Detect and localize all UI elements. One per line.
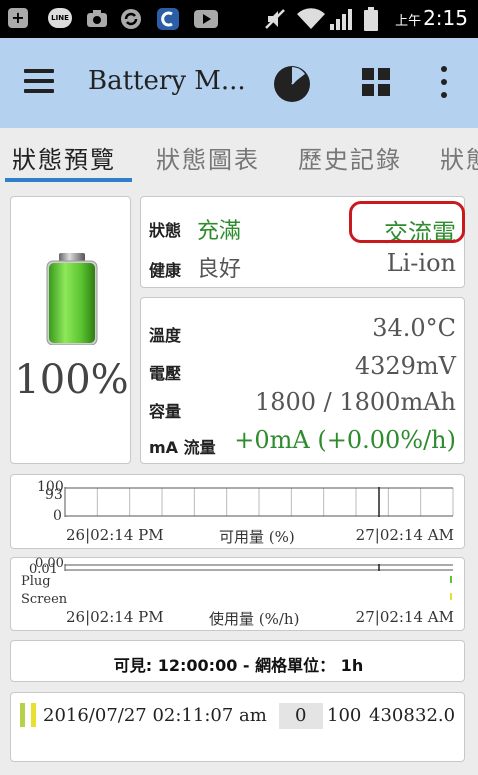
tab-indicator (5, 178, 132, 182)
usage-chart-start-label: 26|02:14 PM (66, 608, 164, 626)
app-bar: Battery M... (0, 38, 478, 128)
tab-status-more[interactable]: 狀態 (440, 140, 478, 175)
plug-indicator-bar (20, 703, 25, 727)
tab-status-overview[interactable]: 狀態預覽 (12, 140, 116, 175)
battery-percent: 100% (14, 357, 129, 403)
battery-card: 100% (10, 196, 131, 464)
status-clock: 上午 2:15 (395, 6, 468, 30)
voltage-value: 4329mV (354, 352, 456, 380)
youtube-icon (194, 8, 218, 30)
battery-status-icon (364, 7, 378, 31)
chart-scale-card[interactable]: 可見: 12:00:00 - 網格單位： 1h (10, 640, 465, 682)
battery-level-icon (46, 253, 98, 345)
state-label: 狀態 (149, 221, 182, 240)
capacity-label: 容量 (149, 402, 182, 421)
log-current: 0 (295, 705, 307, 726)
sync-icon (120, 8, 142, 30)
tab-status-chart[interactable]: 狀態圖表 (156, 140, 260, 175)
level-chart-tick-0: 0 (53, 508, 62, 524)
usage-chart-end-label: 27|02:14 AM (355, 608, 454, 626)
highlight-ring (349, 201, 465, 243)
status-card: 狀態 充滿 交流電 健康 良好 Li-ion (140, 196, 465, 288)
clock-ampm: 上午 (395, 14, 422, 29)
readings-card: 溫度 34.0°C 電壓 4329mV 容量 1800 / 1800mAh mA… (140, 297, 465, 464)
health-value: 良好 (197, 257, 242, 282)
clock-time: 2:15 (423, 6, 468, 30)
tab-history[interactable]: 歷史記錄 (298, 140, 402, 175)
tab-bar: 狀態預覽 狀態圖表 歷史記錄 狀態 (0, 128, 478, 184)
level-chart-title: 可用量 (%) (219, 528, 295, 546)
plug-row-label: Plug (21, 574, 51, 589)
grid-icon[interactable] (362, 68, 390, 96)
usage-chart-card[interactable]: 0.00 0.01 Plug Screen 26|02:14 PM 使用量 (%… (10, 556, 465, 631)
level-chart-start-label: 26|02:14 PM (66, 526, 164, 544)
level-chart-end-label: 27|02:14 AM (355, 526, 454, 544)
plus-box-icon: + (8, 8, 28, 28)
screen-row-label: Screen (21, 592, 68, 607)
temperature-value: 34.0°C (372, 314, 456, 342)
voltage-label: 電壓 (149, 364, 182, 383)
mute-icon (264, 8, 286, 30)
level-chart-tick-93: 93 (45, 487, 63, 503)
app-title: Battery M... (88, 66, 246, 96)
line-app-icon: LINE (48, 8, 72, 28)
capacity-value: 1800 / 1800mAh (254, 388, 456, 416)
c-app-icon (156, 8, 180, 30)
log-voltage: 4308 (369, 705, 415, 726)
level-chart-card[interactable]: 100 93 0 26|02:14 PM 可用量 (%) 27|02:14 AM (10, 474, 465, 549)
signal-icon (330, 8, 356, 30)
technology-value: Li-ion (386, 249, 456, 277)
current-value: +0mA (+0.00%/h) (234, 426, 456, 454)
chart-scale-text: 可見: 12:00:00 - 網格單位： 1h (113, 656, 364, 675)
state-value: 充滿 (197, 219, 242, 244)
camera-icon (86, 8, 108, 30)
log-datetime: 2016/07/27 02:11:07 am (43, 705, 267, 726)
wifi-icon (296, 8, 326, 30)
current-label: mA 流量 (149, 438, 216, 457)
history-log-row[interactable]: 2016/07/27 02:11:07 am 0 100 4308 32.0 (10, 692, 465, 762)
log-temperature: 32.0 (415, 705, 456, 726)
health-label: 健康 (149, 261, 182, 280)
level-chart-grid (96, 488, 454, 516)
menu-icon[interactable] (24, 69, 54, 93)
log-level: 100 (327, 705, 362, 726)
temperature-label: 溫度 (149, 326, 182, 345)
status-bar: + LINE 上午 2:15 (0, 0, 478, 38)
usage-chart-title: 使用量 (%/h) (209, 610, 300, 628)
pie-chart-icon[interactable] (272, 64, 312, 104)
more-vert-icon[interactable] (438, 66, 450, 98)
screen-indicator-bar (31, 703, 36, 727)
